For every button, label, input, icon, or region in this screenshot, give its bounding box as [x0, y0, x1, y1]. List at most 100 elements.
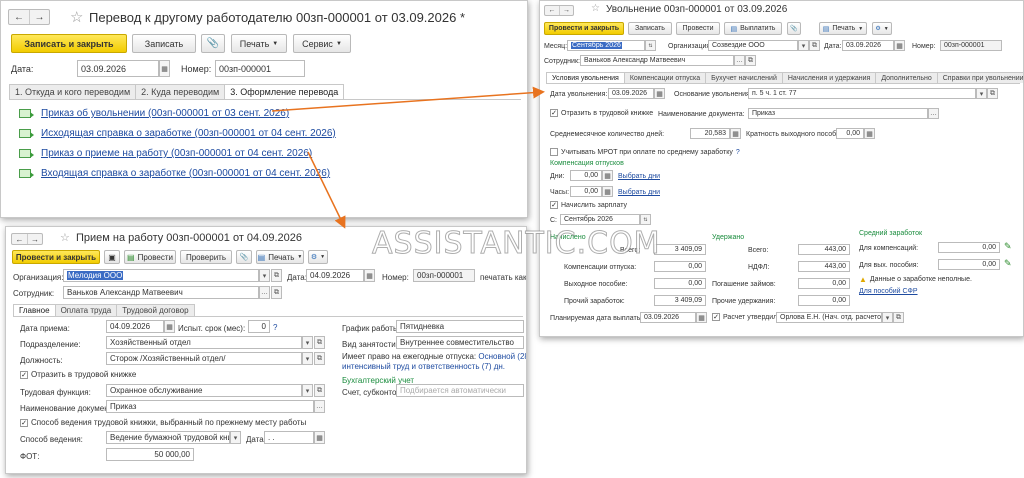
post-button[interactable]: ▤ Провести	[124, 250, 176, 264]
spin-icon[interactable]: ⇅	[640, 214, 651, 225]
dropdown-icon[interactable]: ▾	[259, 269, 270, 282]
calendar-icon[interactable]: ▦	[159, 60, 170, 77]
date2-field[interactable]: . .	[264, 431, 314, 444]
function-field[interactable]: Охранное обслуживание	[106, 384, 302, 397]
accrue-checkbox-row[interactable]: ✓ Начислить зарплату	[550, 201, 627, 209]
star-icon[interactable]: ☆	[60, 231, 70, 244]
outgoing-certificate-link[interactable]: Исходящая справка о заработке (00зп-0000…	[41, 128, 336, 139]
open-icon[interactable]: ⧉	[987, 88, 998, 99]
org-field[interactable]: Созвездие ООО	[708, 40, 798, 51]
service-button[interactable]: Сервис ▼	[293, 34, 351, 53]
ndfl-field[interactable]: 443,00	[798, 261, 850, 272]
reflect-checkbox-row[interactable]: ✓ Отразить в трудовой книжке	[20, 370, 136, 379]
other-field[interactable]: 3 409,09	[654, 295, 706, 306]
open-icon[interactable]: ⧉	[745, 55, 756, 66]
method-field[interactable]: Ведение бумажной трудовой книжки	[106, 431, 230, 444]
back-button[interactable]: ←	[12, 234, 27, 244]
forward-button[interactable]: →	[29, 10, 49, 24]
forward-button[interactable]: →	[27, 234, 42, 244]
open-icon[interactable]: ⧉	[893, 312, 904, 323]
org-field[interactable]: Мелодия ООО	[63, 269, 259, 282]
mrot-checkbox-row[interactable]: Учитывать МРОТ при оплате по среднему за…	[550, 148, 740, 156]
select-icon[interactable]: …	[928, 108, 939, 119]
help-icon[interactable]: ?	[273, 323, 277, 332]
tab-certificates[interactable]: Справки при увольнении	[936, 72, 1023, 83]
method-checkbox[interactable]: ✓	[20, 418, 28, 427]
save-button[interactable]: Записать	[628, 22, 672, 35]
employee-field[interactable]: Ваньков Александр Матвеевич	[63, 286, 259, 299]
tab-main[interactable]: Главное	[13, 304, 56, 316]
reflect-checkbox-row[interactable]: ✓ Отразить в трудовой книжке	[550, 109, 653, 117]
more-button[interactable]: ⚙ ▼	[308, 250, 328, 264]
tab-pay[interactable]: Оплата труда	[54, 304, 118, 316]
select-icon[interactable]: …	[314, 400, 325, 413]
select-icon[interactable]: …	[259, 286, 270, 299]
dismissal-order-link[interactable]: Приказ об увольнении (00зп-000001 от 03 …	[41, 108, 289, 119]
post-close-button[interactable]: Провести и закрыть	[12, 250, 100, 264]
date-field[interactable]: 03.09.2026	[77, 60, 159, 77]
open-icon[interactable]: ⧉	[271, 269, 282, 282]
post-button[interactable]: Провести	[676, 22, 720, 35]
star-icon[interactable]: ☆	[591, 3, 600, 14]
w-all-field[interactable]: 443,00	[798, 244, 850, 255]
attach-button[interactable]: 📎	[787, 22, 801, 35]
fot-field[interactable]: 50 000,00	[106, 448, 194, 461]
open-icon[interactable]: ⧉	[809, 40, 820, 51]
dropdown-icon[interactable]: ▾	[302, 336, 313, 349]
pay-button[interactable]: ▤ Выплатить	[724, 22, 782, 35]
method-checkbox-row[interactable]: ✓ Способ ведения трудовой книжки, выбран…	[20, 418, 306, 427]
tab-vacation-comp[interactable]: Компенсации отпуска	[623, 72, 707, 83]
dropdown-icon[interactable]: ▾	[230, 431, 241, 444]
dropdown-icon[interactable]: ▾	[976, 88, 987, 99]
pick-hours-link[interactable]: Выбрать дни	[618, 189, 660, 196]
calculator-icon[interactable]: ▦	[864, 128, 875, 139]
calculator-icon[interactable]: ▦	[602, 186, 613, 197]
tab-contract[interactable]: Трудовой договор	[116, 304, 195, 316]
calendar-icon[interactable]: ▦	[314, 431, 325, 444]
dropdown-icon[interactable]: ▾	[302, 352, 313, 365]
back-button[interactable]: ←	[9, 10, 29, 24]
vacation-extra-link[interactable]: интенсивный труд и ответственность (7) д…	[342, 362, 505, 371]
print-button[interactable]: ▤ Печать ▼	[819, 22, 867, 35]
save-close-button[interactable]: Записать и закрыть	[11, 34, 127, 53]
other-w-field[interactable]: 0,00	[798, 295, 850, 306]
position-field[interactable]: Сторож /Хозяйственный отдел/	[106, 352, 302, 365]
docname-field[interactable]: Приказ	[106, 400, 314, 413]
dropdown-icon[interactable]: ▾	[302, 384, 313, 397]
spin-icon[interactable]: ⇅	[645, 40, 656, 51]
check-button[interactable]: Проверить	[180, 250, 232, 264]
number-field[interactable]: 00зп-000001	[413, 269, 475, 282]
sfr-link[interactable]: Для пособий СФР	[859, 288, 918, 295]
calendar-icon[interactable]: ▦	[654, 88, 665, 99]
calculator-icon[interactable]: ▦	[602, 170, 613, 181]
number-field[interactable]: 00зп-000001	[215, 60, 305, 77]
open-icon[interactable]: ⧉	[314, 336, 325, 349]
help-icon[interactable]: ?	[736, 149, 740, 156]
select-icon[interactable]: …	[734, 55, 745, 66]
print-button[interactable]: Печать ▼	[231, 34, 287, 53]
schedule-field[interactable]: Пятидневка	[396, 320, 524, 333]
edit-icon[interactable]: ✎	[1004, 258, 1012, 269]
comp-vac-field[interactable]: 0,00	[654, 261, 706, 272]
open-icon[interactable]: ⧉	[314, 352, 325, 365]
tab-additional[interactable]: Дополнительно	[875, 72, 938, 83]
severance-mult-field[interactable]: 0,00	[836, 128, 864, 139]
vacation-main-link[interactable]: Основной (28) дн.,	[478, 352, 526, 361]
calendar-icon[interactable]: ▦	[696, 312, 707, 323]
all-field[interactable]: 3 409,09	[654, 244, 706, 255]
tab-registration[interactable]: 3. Оформление перевода	[224, 84, 345, 99]
open-icon[interactable]: ⧉	[271, 286, 282, 299]
loans-field[interactable]: 0,00	[798, 278, 850, 289]
save-icon-button[interactable]: ▣	[104, 250, 120, 264]
dropdown-icon[interactable]: ▾	[882, 312, 893, 323]
sev-pay-field[interactable]: 0,00	[654, 278, 706, 289]
tab-conditions[interactable]: Условия увольнения	[546, 72, 625, 83]
mrot-checkbox[interactable]	[550, 148, 558, 156]
pick-days-link[interactable]: Выбрать дни	[618, 173, 660, 180]
hire-order-link[interactable]: Приказ о приеме на работу (00зп-000001 о…	[41, 148, 312, 159]
attach-button[interactable]: 📎	[201, 34, 225, 53]
accrue-checkbox[interactable]: ✓	[550, 201, 558, 209]
avg-days-field[interactable]: 20,583	[690, 128, 730, 139]
dept-field[interactable]: Хозяйственный отдел	[106, 336, 302, 349]
days-field[interactable]: 0,00	[570, 170, 602, 181]
